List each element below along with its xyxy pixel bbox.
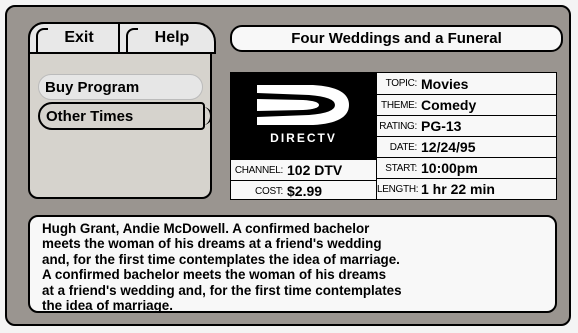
menu-panel: Exit Help Buy Program Other Times — [28, 22, 216, 199]
program-details: TOPIC: Movies THEME: Comedy RATING: PG-1… — [376, 73, 557, 199]
theme-value: Comedy — [421, 97, 477, 113]
other-times-label: Other Times — [46, 107, 134, 125]
start-label: START: — [385, 162, 417, 174]
channel-label: CHANNEL: — [234, 164, 283, 176]
buy-program-button[interactable]: Buy Program — [38, 74, 203, 100]
program-title-text: Four Weddings and a Funeral — [291, 30, 502, 47]
help-tab[interactable]: Help — [118, 22, 216, 54]
tab-fold-icon — [36, 28, 48, 52]
length-label: LENGTH: — [377, 183, 419, 195]
cost-value: $2.99 — [287, 183, 323, 199]
exit-tab-label: Exit — [64, 29, 94, 46]
description-text: Hugh Grant, Andie McDowell. A confirmed … — [42, 221, 402, 314]
cost-row: COST: $2.99 — [231, 180, 376, 201]
start-value: 10:00pm — [421, 160, 478, 176]
tv-guide-screen: Exit Help Buy Program Other Times Four W… — [0, 0, 578, 333]
theme-label: THEME: — [381, 99, 417, 111]
program-description: Hugh Grant, Andie McDowell. A confirmed … — [28, 215, 557, 313]
channel-row: CHANNEL: 102 DTV — [231, 159, 376, 180]
channel-value: 102 DTV — [287, 162, 343, 178]
rating-value: PG-13 — [421, 118, 462, 134]
program-title: Four Weddings and a Funeral — [230, 25, 563, 52]
topic-row: TOPIC: Movies — [377, 73, 557, 94]
length-value: 1 hr 22 min — [421, 181, 495, 197]
cost-label: COST: — [255, 185, 283, 197]
date-label: DATE: — [389, 141, 418, 153]
help-tab-label: Help — [154, 29, 190, 46]
directv-logo: DIRECTV — [231, 73, 376, 160]
date-value: 12/24/95 — [421, 139, 476, 155]
buy-program-label: Buy Program — [45, 78, 140, 96]
program-info-panel: DIRECTV CHANNEL: 102 DTV COST: $2.99 TOP… — [230, 72, 557, 200]
rating-row: RATING: PG-13 — [377, 115, 557, 136]
other-times-button[interactable]: Other Times — [38, 102, 212, 130]
tab-fold-icon — [126, 28, 138, 52]
date-row: DATE: 12/24/95 — [377, 136, 557, 157]
start-row: START: 10:00pm — [377, 157, 557, 178]
logo-text: DIRECTV — [270, 131, 337, 145]
topic-label: TOPIC: — [385, 78, 418, 89]
directv-d-icon — [257, 85, 349, 125]
length-row: LENGTH: 1 hr 22 min — [377, 178, 557, 199]
theme-row: THEME: Comedy — [377, 94, 557, 115]
rating-label: RATING: — [379, 120, 417, 132]
exit-tab[interactable]: Exit — [28, 22, 120, 54]
topic-value: Movies — [421, 75, 469, 92]
